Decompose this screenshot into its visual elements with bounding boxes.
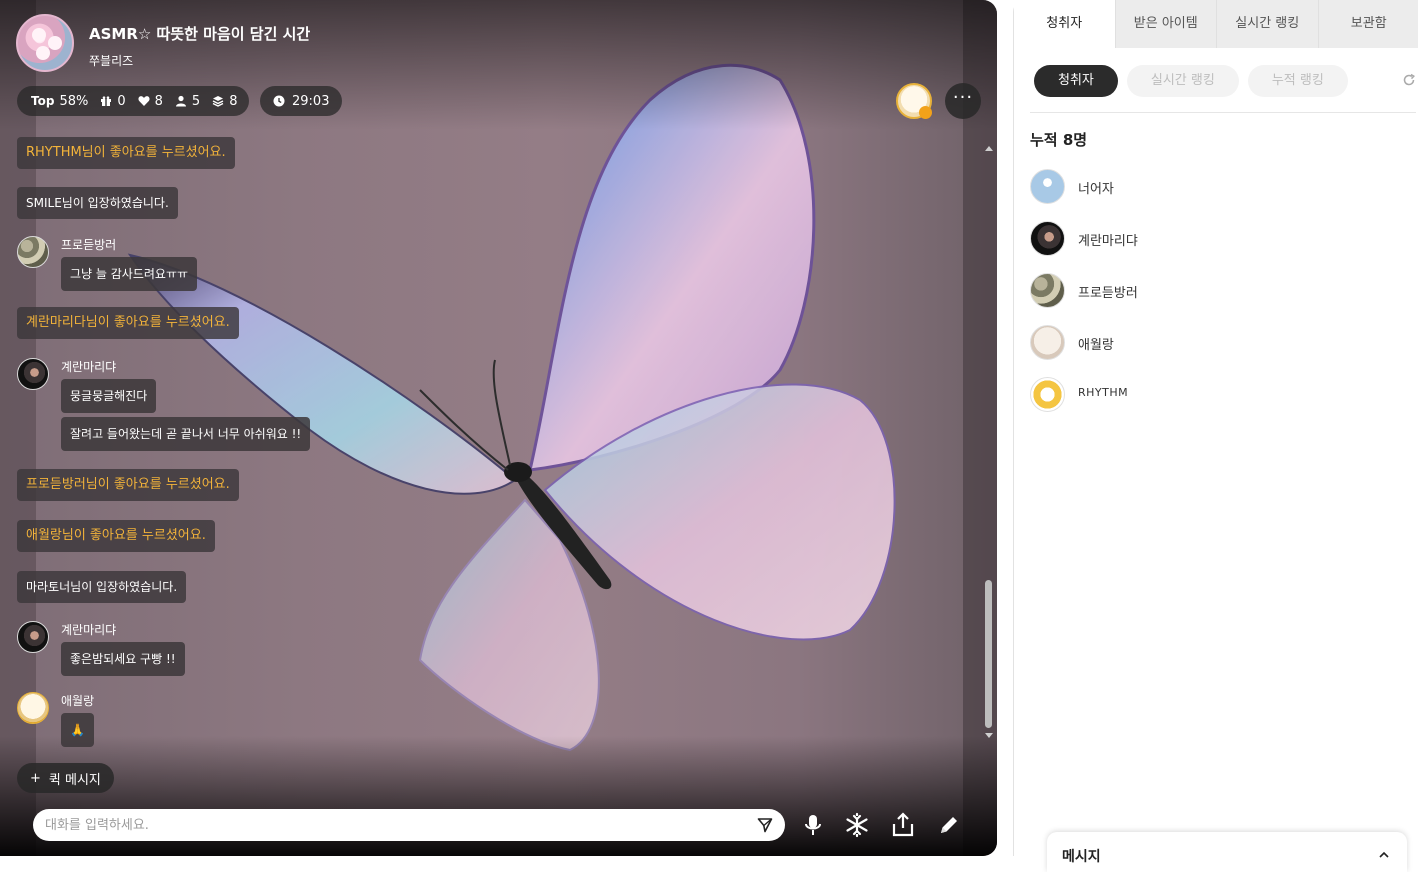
quick-message-button[interactable]: + 퀵 메시지: [17, 763, 114, 793]
panel-tabs: 청취자 받은 아이템 실시간 랭킹 보관함: [1014, 0, 1418, 48]
chat-username[interactable]: 프로듣방러: [61, 236, 116, 253]
chat-bubble: 🙏: [61, 713, 94, 747]
stack-stat: 8: [212, 94, 237, 109]
listener-name: 너어자: [1078, 178, 1114, 197]
user-avatar[interactable]: [17, 692, 49, 724]
host-badge-button[interactable]: [896, 83, 932, 119]
chat-input-box[interactable]: [33, 809, 785, 841]
subtab-listeners[interactable]: 청취자: [1034, 65, 1118, 97]
gift-stat: 0: [100, 94, 125, 109]
message-card-title: 메시지: [1062, 846, 1101, 866]
system-enter-message: 마라토너님이 입장하였습니다.: [17, 571, 186, 603]
listener-avatar: [1030, 325, 1065, 360]
gift-icon: [100, 95, 112, 107]
timer-value: 29:03: [292, 94, 329, 109]
chat-username[interactable]: 계란마리댜: [61, 358, 116, 375]
listener-item[interactable]: 애월랑: [1030, 325, 1400, 361]
chevron-up-icon[interactable]: [1379, 850, 1389, 860]
tab-storage[interactable]: 보관함: [1318, 0, 1418, 48]
host-avatar[interactable]: [16, 14, 74, 72]
clock-icon: [273, 95, 285, 107]
broadcast-timer: 29:03: [260, 86, 342, 116]
quick-message-label: 퀵 메시지: [49, 769, 101, 788]
chat-bubble: 좋은밤되세요 구빵 !!: [61, 642, 185, 676]
microphone-icon[interactable]: [798, 810, 828, 840]
top-rank-stat: Top 58%: [31, 94, 88, 109]
top-label: Top: [31, 94, 54, 108]
listener-item[interactable]: 너어자: [1030, 169, 1400, 205]
listener-count: 5: [192, 94, 200, 109]
system-like-message: 계란마리다님이 좋아요를 누르셨어요.: [17, 307, 239, 339]
plus-icon: +: [30, 771, 41, 786]
system-like-message: 프로듣방러님이 좋아요를 누르셨어요.: [17, 469, 239, 501]
chat-bubble: 그냥 늘 감사드려요ㅠㅠ: [61, 257, 197, 291]
listener-name: 애월랑: [1078, 334, 1114, 353]
side-panel: 청취자 받은 아이템 실시간 랭킹 보관함 청취자 실시간 랭킹 누적 랭킹 누…: [1013, 0, 1418, 856]
message-card[interactable]: 메시지: [1047, 832, 1407, 872]
room-title: ASMR☆ 따뜻한 마음이 담긴 시간: [89, 23, 310, 44]
layers-icon: [212, 95, 224, 107]
snowflake-icon[interactable]: [842, 810, 872, 840]
pencil-icon[interactable]: [934, 810, 964, 840]
like-stat: 8: [138, 94, 163, 109]
stack-count: 8: [229, 94, 237, 109]
tab-received-items[interactable]: 받은 아이템: [1115, 0, 1217, 48]
scroll-up-arrow-icon[interactable]: [985, 146, 993, 151]
heart-icon: [138, 95, 150, 107]
listener-avatar: [1030, 377, 1065, 412]
refresh-icon[interactable]: [1402, 73, 1416, 87]
listener-name: RHYTHM: [1078, 386, 1128, 399]
listener-item[interactable]: 계란마리댜: [1030, 221, 1400, 257]
share-icon[interactable]: [888, 810, 918, 840]
chat-username[interactable]: 계란마리댜: [61, 621, 116, 638]
divider: [1030, 112, 1416, 113]
listener-item[interactable]: 프로듣방러: [1030, 273, 1400, 309]
listener-avatar: [1030, 273, 1065, 308]
chat-input[interactable]: [45, 809, 745, 841]
listener-subtabs: 청취자 실시간 랭킹 누적 랭킹: [1034, 65, 1348, 97]
listener-stat: 5: [175, 94, 200, 109]
room-stats-bar: Top 58% 0 8 5 8: [17, 86, 249, 116]
person-icon: [175, 95, 187, 107]
system-like-message: 애월랑님이 좋아요를 누르셨어요.: [17, 520, 215, 552]
host-name[interactable]: 쭈블리즈: [89, 52, 133, 69]
chat-scrollbar[interactable]: [982, 140, 994, 740]
scroll-down-arrow-icon[interactable]: [985, 733, 993, 738]
listener-item[interactable]: RHYTHM: [1030, 377, 1400, 413]
tab-realtime-ranking[interactable]: 실시간 랭킹: [1216, 0, 1318, 48]
system-enter-message: SMILE님이 입장하였습니다.: [17, 187, 178, 219]
chat-bubble: 잘려고 들어왔는데 곧 끝나서 너무 아쉬워요 !!: [61, 417, 310, 451]
scroll-thumb[interactable]: [985, 580, 992, 728]
system-like-message: RHYTHM님이 좋아요를 누르셨어요.: [17, 137, 235, 169]
user-avatar[interactable]: [17, 621, 49, 653]
like-count: 8: [155, 94, 163, 109]
tab-listeners[interactable]: 청취자: [1014, 0, 1115, 48]
send-icon[interactable]: [757, 817, 773, 833]
listener-avatar: [1030, 221, 1065, 256]
listener-avatar: [1030, 169, 1065, 204]
more-options-button[interactable]: ···: [945, 83, 981, 119]
top-value: 58%: [59, 94, 88, 109]
subtab-cumulative-ranking[interactable]: 누적 랭킹: [1248, 65, 1348, 97]
user-avatar[interactable]: [17, 358, 49, 390]
chat-username[interactable]: 애월랑: [61, 692, 94, 709]
gift-count: 0: [117, 94, 125, 109]
cumulative-listener-count: 누적 8명: [1030, 129, 1087, 150]
chat-bubble: 뭉글뭉글해진다: [61, 379, 156, 413]
user-avatar[interactable]: [17, 236, 49, 268]
subtab-realtime-ranking[interactable]: 실시간 랭킹: [1127, 65, 1239, 97]
listener-name: 프로듣방러: [1078, 282, 1138, 301]
listener-name: 계란마리댜: [1078, 230, 1138, 249]
live-stage: ASMR☆ 따뜻한 마음이 담긴 시간 쭈블리즈 Top 58% 0 8 5 8…: [0, 0, 997, 856]
